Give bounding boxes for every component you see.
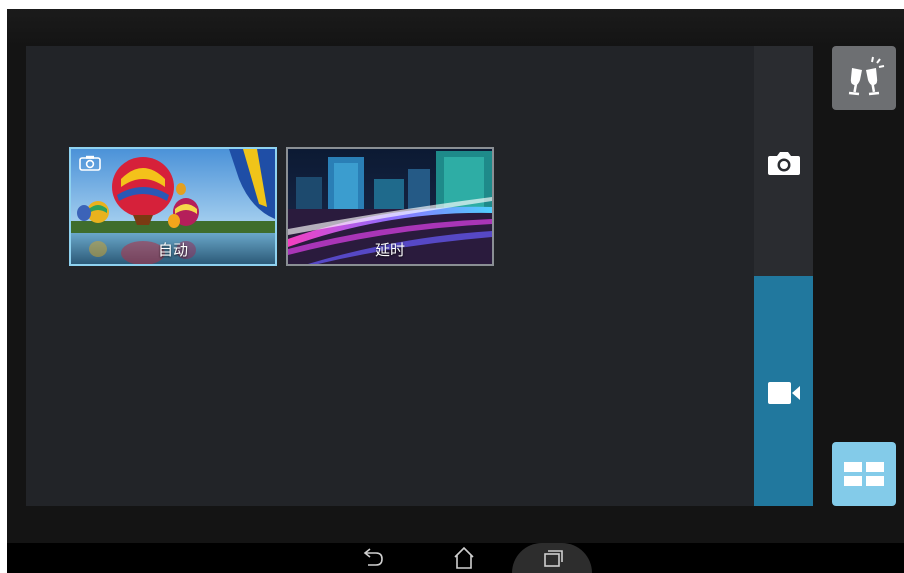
top-bar — [7, 9, 904, 46]
capture-mode-rail — [754, 46, 813, 506]
mode-tile-timelapse[interactable]: 延时 — [286, 147, 494, 266]
home-icon — [454, 546, 474, 569]
photo-mode-button[interactable] — [754, 46, 813, 276]
mode-label-auto: 自动 — [157, 241, 188, 259]
recent-apps-button[interactable] — [512, 543, 592, 573]
back-button[interactable] — [352, 543, 392, 573]
system-navigation-bar — [7, 543, 904, 573]
grid-view-button[interactable] — [832, 442, 896, 506]
mode-label-timelapse: 延时 — [374, 241, 405, 259]
camera-badge-icon — [79, 155, 101, 175]
video-mode-button[interactable] — [754, 276, 813, 506]
mode-selection-panel: 自动 延时 — [26, 46, 754, 506]
mode-tile-auto[interactable]: 自动 — [69, 147, 277, 266]
camera-icon — [768, 152, 800, 175]
toast-glasses-icon — [848, 56, 885, 96]
back-icon — [363, 548, 383, 566]
party-mode-button[interactable] — [832, 46, 896, 110]
video-camera-icon — [768, 382, 800, 404]
recent-apps-icon — [544, 550, 563, 567]
grid-view-icon — [844, 462, 884, 486]
home-button[interactable] — [444, 543, 484, 573]
camera-screen: 自动 延时 — [7, 9, 904, 573]
